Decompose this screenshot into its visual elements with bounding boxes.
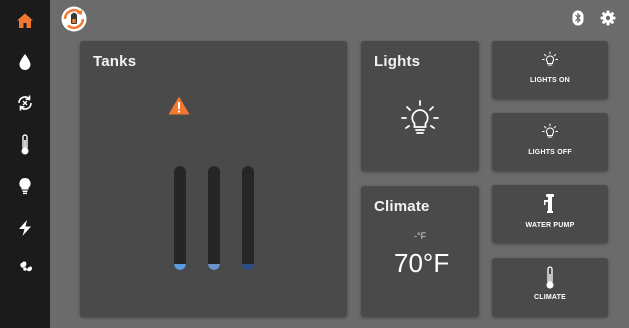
thermometer-icon: [492, 266, 608, 290]
lights-card[interactable]: Lights: [361, 41, 479, 171]
water-drop-icon: [18, 53, 32, 71]
lightbulb-on-icon: [492, 51, 608, 69]
lights-on-label: LIGHTS ON: [530, 77, 570, 84]
tank-1-gauge: [174, 166, 186, 270]
thermometer-icon: [19, 134, 31, 156]
climate-secondary-temp: -°F: [414, 231, 427, 241]
sidebar-item-power[interactable]: [0, 210, 50, 246]
lightbulb-icon: [18, 177, 32, 195]
sidebar-item-lights[interactable]: [0, 168, 50, 204]
home-icon: [16, 12, 34, 30]
lights-off-label: LIGHTS OFF: [528, 149, 572, 156]
main-panel: Tanks Lights Climate -°F 70°F LIGHTS ON …: [50, 0, 629, 328]
sidebar-item-water[interactable]: [0, 44, 50, 80]
settings-gear-icon[interactable]: [598, 8, 618, 28]
sidebar-item-sync[interactable]: [0, 85, 50, 121]
bluetooth-icon[interactable]: [568, 8, 588, 28]
tanks-title: Tanks: [93, 53, 137, 70]
tank-2-gauge: [208, 166, 220, 270]
tank-3-level: [242, 264, 254, 270]
top-bar: [50, 0, 629, 38]
lightbulb-off-icon: [492, 123, 608, 141]
climate-button-label: CLIMATE: [534, 294, 566, 301]
battery-sync-logo[interactable]: [60, 5, 88, 33]
climate-button[interactable]: CLIMATE: [492, 258, 608, 317]
lights-on-button[interactable]: LIGHTS ON: [492, 41, 608, 99]
sidebar-item-fan[interactable]: [0, 251, 50, 287]
sidebar-item-home[interactable]: [0, 3, 50, 39]
sidebar: [0, 0, 50, 328]
climate-temperature: 70°F: [394, 248, 450, 278]
sidebar-item-temperature[interactable]: [0, 127, 50, 163]
climate-card[interactable]: Climate -°F 70°F: [361, 186, 479, 317]
climate-title: Climate: [374, 198, 430, 215]
tank-3-gauge: [242, 166, 254, 270]
lightbulb-on-icon: [400, 99, 440, 144]
water-pump-icon: [492, 193, 608, 215]
app-window: Tanks Lights Climate -°F 70°F LIGHTS ON …: [0, 0, 629, 328]
tanks-card: Tanks: [80, 41, 347, 317]
warning-triangle-icon: [168, 96, 190, 120]
tank-1-level: [174, 264, 186, 270]
lights-title: Lights: [374, 53, 421, 70]
sync-icon: [15, 93, 35, 113]
fan-icon: [16, 260, 34, 278]
water-pump-button[interactable]: WATER PUMP: [492, 185, 608, 243]
lights-off-button[interactable]: LIGHTS OFF: [492, 113, 608, 171]
tank-2-level: [208, 264, 220, 270]
water-pump-label: WATER PUMP: [525, 222, 575, 229]
lightning-icon: [17, 219, 33, 237]
